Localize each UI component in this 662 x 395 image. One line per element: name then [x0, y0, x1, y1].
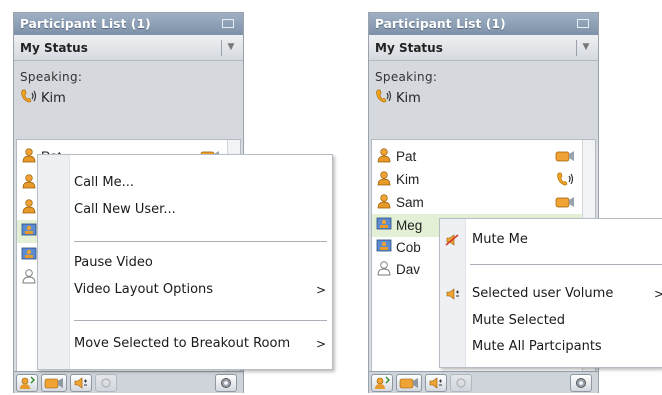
submenu-arrow-icon: > [653, 287, 662, 301]
gear-icon [576, 378, 586, 388]
volume-icon [74, 377, 87, 389]
panel-toolbar [369, 371, 598, 393]
menu-separator [74, 320, 327, 321]
submenu-arrow-icon: > [315, 337, 326, 351]
volume-button[interactable] [425, 374, 447, 392]
camera-icon [399, 378, 418, 389]
submenu-arrow-icon: > [315, 283, 326, 297]
speaking-label: Speaking: [375, 70, 438, 84]
chevron-down-icon[interactable]: ▼ [581, 41, 591, 53]
camera-icon [44, 378, 63, 389]
speaker-mute-icon [445, 233, 461, 255]
my-status-dropdown[interactable]: My Status ▼ [369, 35, 598, 61]
participant-row[interactable]: Kim [372, 168, 582, 191]
person-icon [21, 173, 37, 192]
my-status-dropdown[interactable]: My Status ▼ [14, 35, 243, 61]
participant-row[interactable]: Sam [372, 191, 582, 214]
guest-user-icon [376, 260, 392, 279]
person-icon [376, 170, 392, 189]
person-icon [21, 198, 37, 217]
menu-item-pause-video[interactable]: Pause Video [38, 252, 332, 274]
person-icon [21, 147, 37, 166]
context-menu-audio: Mute Me Selected user Volume > Mute Sele… [439, 218, 662, 368]
add-user-button[interactable] [371, 374, 393, 392]
disabled-tool-button[interactable] [450, 374, 472, 392]
menu-separator [74, 241, 327, 242]
video-user-icon [376, 216, 392, 235]
add-user-icon [375, 376, 390, 389]
menu-item-video-layout-options[interactable]: Video Layout Options > [38, 279, 332, 301]
speaking-label: Speaking: [20, 70, 83, 84]
participant-row[interactable]: Pat [372, 145, 582, 168]
phone-speaking-icon [20, 88, 38, 108]
menu-item-call-new-user[interactable]: Call New User... [38, 199, 332, 221]
participant-name: Dav [396, 262, 421, 277]
menu-item-label: Video Layout Options [74, 282, 214, 297]
disabled-tool-button[interactable] [95, 374, 117, 392]
video-call-button[interactable] [396, 374, 422, 392]
dropdown-separator [576, 40, 577, 56]
video-call-button[interactable] [41, 374, 67, 392]
video-user-icon [21, 222, 37, 241]
dropdown-separator [221, 40, 222, 56]
menu-item-call-me[interactable]: Call Me... [38, 172, 332, 194]
speaking-area: Speaking: Kim [14, 61, 243, 149]
menu-item-mute-all[interactable]: Mute All Partcipants [440, 336, 662, 358]
menu-item-mute-me[interactable]: Mute Me [440, 229, 662, 251]
participant-name: Meg [396, 218, 423, 233]
participant-name: Kim [396, 172, 420, 187]
menu-item-label: Call New User... [74, 202, 176, 217]
menu-item-label: Selected user Volume [472, 286, 614, 301]
menu-item-label: Move Selected to Breakout Room [74, 336, 291, 351]
link-icon [456, 378, 466, 388]
participant-name: Pat [396, 149, 417, 164]
add-user-button[interactable] [16, 374, 38, 392]
phone-speaking-icon [556, 172, 576, 189]
menu-item-label: Call Me... [74, 175, 135, 190]
menu-item-label: Mute Me [472, 232, 528, 247]
menu-item-selected-user-volume[interactable]: Selected user Volume > [440, 283, 662, 305]
settings-button[interactable] [215, 374, 237, 392]
participant-name: Sam [396, 195, 424, 210]
panel-title: Participant List (1) [375, 17, 506, 31]
menu-item-mute-selected[interactable]: Mute Selected [440, 310, 662, 332]
panel-title-bar[interactable]: Participant List (1) [14, 13, 243, 35]
video-user-icon [21, 246, 37, 265]
minimize-button[interactable] [577, 19, 589, 28]
chevron-down-icon[interactable]: ▼ [226, 41, 236, 53]
panel-toolbar [14, 371, 243, 393]
my-status-label: My Status [375, 41, 443, 55]
camera-icon [554, 149, 576, 166]
link-icon [101, 378, 111, 388]
context-menu-call: Call Me... Call New User... Pause Video … [37, 154, 333, 370]
menu-item-label: Pause Video [74, 255, 153, 270]
settings-button[interactable] [570, 374, 592, 392]
volume-icon [445, 287, 461, 309]
panel-title: Participant List (1) [20, 17, 151, 31]
speaking-name: Kim [396, 90, 421, 106]
person-icon [376, 193, 392, 212]
menu-item-label: Mute Selected [472, 313, 566, 328]
participant-name: Cob [396, 240, 421, 255]
add-user-icon [20, 376, 35, 389]
gear-icon [221, 378, 231, 388]
guest-user-icon [21, 268, 37, 287]
menu-separator [470, 264, 662, 265]
menu-item-move-to-breakout[interactable]: Move Selected to Breakout Room > [38, 333, 332, 355]
phone-speaking-icon [375, 88, 393, 108]
my-status-label: My Status [20, 41, 88, 55]
panel-title-bar[interactable]: Participant List (1) [369, 13, 598, 35]
menu-item-label: Mute All Partcipants [472, 339, 602, 354]
person-icon [376, 147, 392, 166]
volume-icon [429, 377, 442, 389]
speaking-name: Kim [41, 90, 66, 106]
camera-icon [554, 195, 576, 212]
minimize-button[interactable] [222, 19, 234, 28]
speaking-area: Speaking: Kim [369, 61, 598, 149]
volume-button[interactable] [70, 374, 92, 392]
video-user-icon [376, 238, 392, 257]
